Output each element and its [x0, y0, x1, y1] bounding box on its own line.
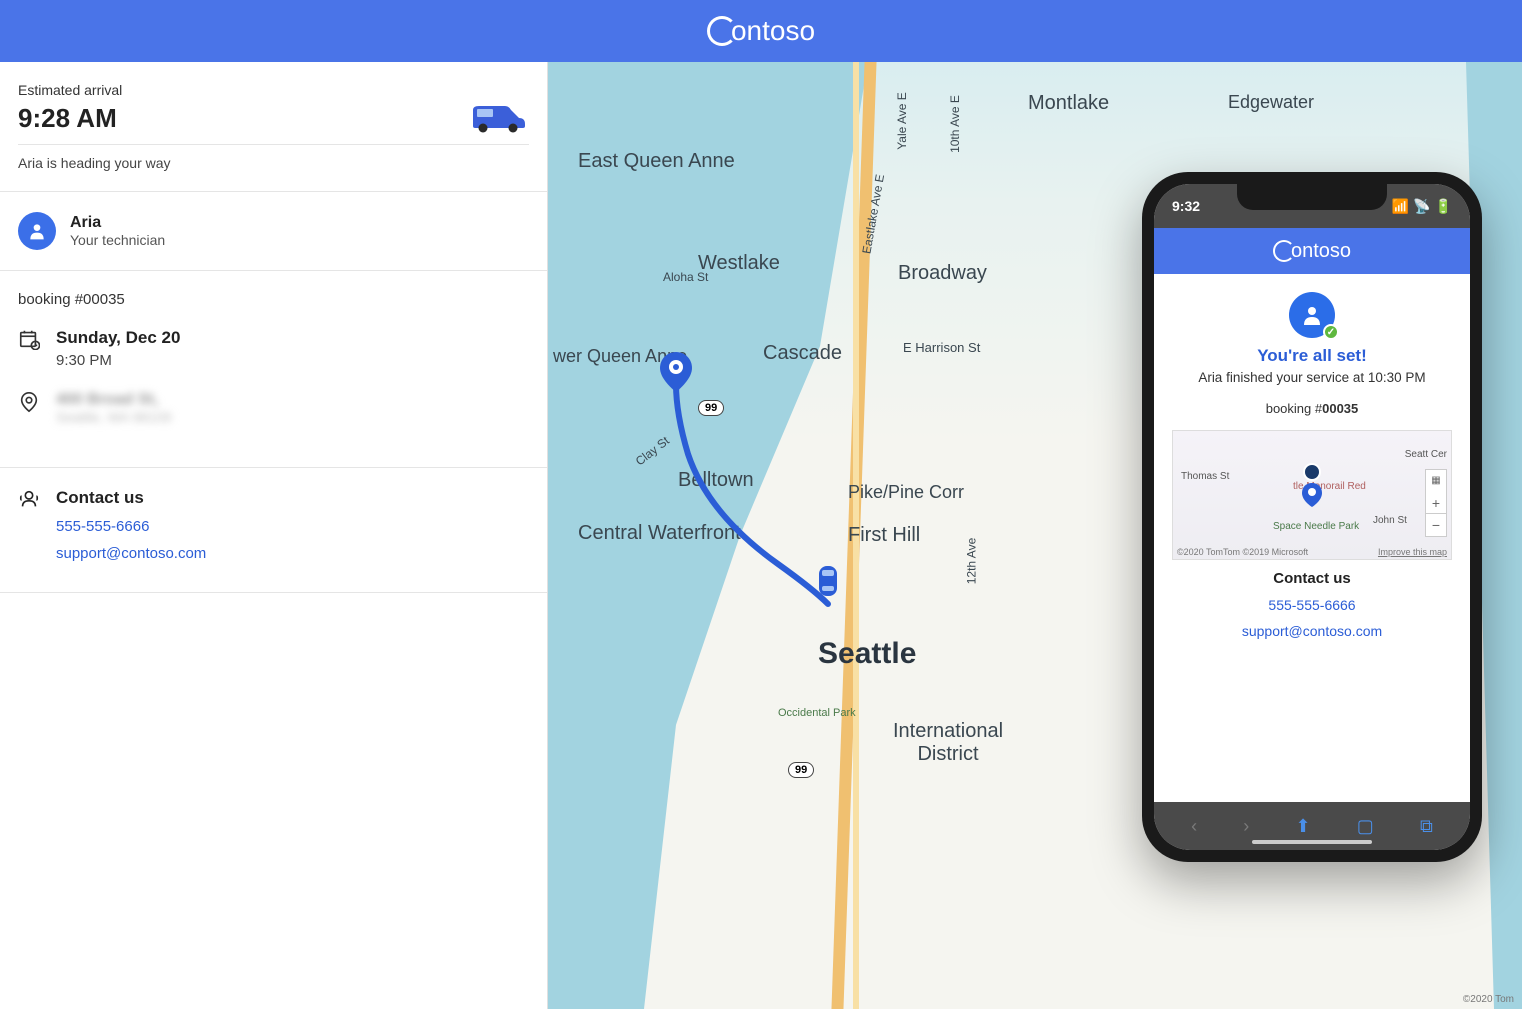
brand-text: ontoso	[731, 15, 815, 47]
route-shield-99-b: 99	[788, 762, 814, 778]
map-label-westlake: Westlake	[698, 252, 780, 275]
phone-map-zoom-controls[interactable]: ▦ + −	[1425, 469, 1447, 537]
forward-icon[interactable]: ›	[1243, 816, 1249, 837]
map-label-twelfth: 12th Ave	[964, 538, 978, 585]
phone-finished-text: Aria finished your service at 10:30 PM	[1168, 370, 1456, 385]
phone-brand-text: ontoso	[1291, 240, 1351, 263]
map-label-tenth: 10th Ave E	[948, 95, 962, 153]
phone-map-layer-button[interactable]: ▦	[1426, 470, 1446, 492]
eta-section: Estimated arrival 9:28 AM Aria is headin…	[0, 62, 547, 192]
phone-map-zoom-out[interactable]: −	[1426, 514, 1446, 536]
map-label-firsthill: First Hill	[848, 524, 920, 547]
check-badge-icon	[1323, 324, 1339, 340]
phone-content: You're all set! Aria finished your servi…	[1154, 274, 1470, 667]
map-label-eqa: East Queen Anne	[578, 150, 735, 173]
technician-role: Your technician	[70, 232, 165, 248]
booking-date: Sunday, Dec 20	[56, 328, 180, 348]
tracking-status: Aria is heading your way	[18, 144, 529, 171]
back-icon[interactable]: ‹	[1191, 816, 1197, 837]
map-label-pikepine: Pike/Pine Corr	[848, 482, 964, 503]
phone-time: 9:32	[1172, 198, 1200, 214]
home-indicator	[1252, 840, 1372, 844]
phone-all-set-title: You're all set!	[1168, 346, 1456, 366]
phone-map-destination-pin	[1302, 463, 1322, 510]
phone-contact-title: Contact us	[1168, 570, 1456, 587]
headset-icon	[18, 488, 40, 510]
map-label-cascade: Cascade	[763, 342, 842, 365]
phone-contact-phone-link[interactable]: 555-555-6666	[1168, 597, 1456, 613]
tracking-sidebar: Estimated arrival 9:28 AM Aria is headin…	[0, 62, 548, 1009]
contact-phone-link[interactable]: 555-555-6666	[56, 518, 529, 535]
battery-icon: 🔋	[1435, 198, 1452, 215]
destination-pin	[660, 352, 692, 397]
eta-label: Estimated arrival	[18, 82, 529, 98]
vehicle-marker	[814, 560, 842, 605]
phone-map-label-spaceneedle: Space Needle Park	[1273, 521, 1359, 532]
phone-map[interactable]: Thomas St Space Needle Park John St tle …	[1172, 430, 1452, 560]
phone-map-zoom-in[interactable]: +	[1426, 492, 1446, 514]
brand-logo: ontoso	[707, 15, 815, 47]
map-label-broadway: Broadway	[898, 262, 987, 285]
tracking-map[interactable]: Montlake Edgewater East Queen Anne Westl…	[548, 62, 1522, 1009]
phone-map-label-thomas: Thomas St	[1181, 471, 1229, 482]
phone-map-label-seatt: Seatt Cer	[1405, 449, 1447, 460]
wifi-icon: 📡	[1413, 198, 1430, 215]
app-header: ontoso	[0, 0, 1522, 62]
booking-section: booking #00035 Sunday, Dec 20 9:30 PM 40…	[0, 271, 547, 468]
phone-map-attribution: ©2020 TomTom ©2019 Microsoft	[1177, 547, 1308, 557]
contact-title: Contact us	[56, 488, 529, 508]
bookmarks-icon[interactable]: ▢	[1357, 816, 1374, 837]
share-icon[interactable]: ⬆︎	[1296, 816, 1311, 837]
person-icon	[27, 221, 47, 241]
van-icon	[467, 102, 529, 134]
booking-time: 9:30 PM	[56, 352, 180, 369]
signal-icon: 📶	[1392, 198, 1409, 215]
map-label-occidental: Occidental Park	[778, 707, 856, 719]
person-icon	[1300, 303, 1324, 327]
map-label-aloha: Aloha St	[663, 270, 708, 284]
contact-section: Contact us 555-555-6666 support@contoso.…	[0, 468, 547, 593]
technician-name: Aria	[70, 214, 165, 232]
calendar-icon	[18, 328, 40, 350]
technician-avatar	[18, 212, 56, 250]
phone-mockup: 9:32 📶 📡 🔋 ontoso	[1142, 172, 1482, 862]
phone-screen: 9:32 📶 📡 🔋 ontoso	[1154, 184, 1470, 850]
map-label-intl: International District	[873, 720, 1023, 766]
map-label-yale: Yale Ave E	[895, 92, 909, 150]
eta-time: 9:28 AM	[18, 103, 117, 134]
contact-email-link[interactable]: support@contoso.com	[56, 545, 529, 562]
address-line-1: 400 Broad St,	[56, 391, 171, 409]
location-pin-icon	[18, 391, 40, 413]
map-label-montlake: Montlake	[1028, 92, 1109, 115]
map-attribution: ©2020 Tom	[1463, 994, 1514, 1005]
phone-contact-email-link[interactable]: support@contoso.com	[1168, 623, 1456, 639]
tabs-icon[interactable]: ⧉	[1420, 816, 1433, 837]
map-label-seattle: Seattle	[818, 637, 916, 671]
phone-map-label-john: John St	[1373, 515, 1407, 526]
booking-number: booking #00035	[18, 291, 529, 308]
address-line-2: Seattle, WA 98109	[56, 409, 171, 425]
technician-section: Aria Your technician	[0, 192, 547, 271]
main-layout: Estimated arrival 9:28 AM Aria is headin…	[0, 62, 1522, 1009]
phone-booking-number: booking #00035	[1168, 401, 1456, 416]
phone-map-improve-link[interactable]: Improve this map	[1378, 547, 1447, 557]
map-label-harrison: E Harrison St	[903, 340, 980, 355]
phone-header: ontoso	[1154, 228, 1470, 274]
map-label-edgewater: Edgewater	[1228, 92, 1314, 113]
phone-notch	[1237, 184, 1387, 210]
